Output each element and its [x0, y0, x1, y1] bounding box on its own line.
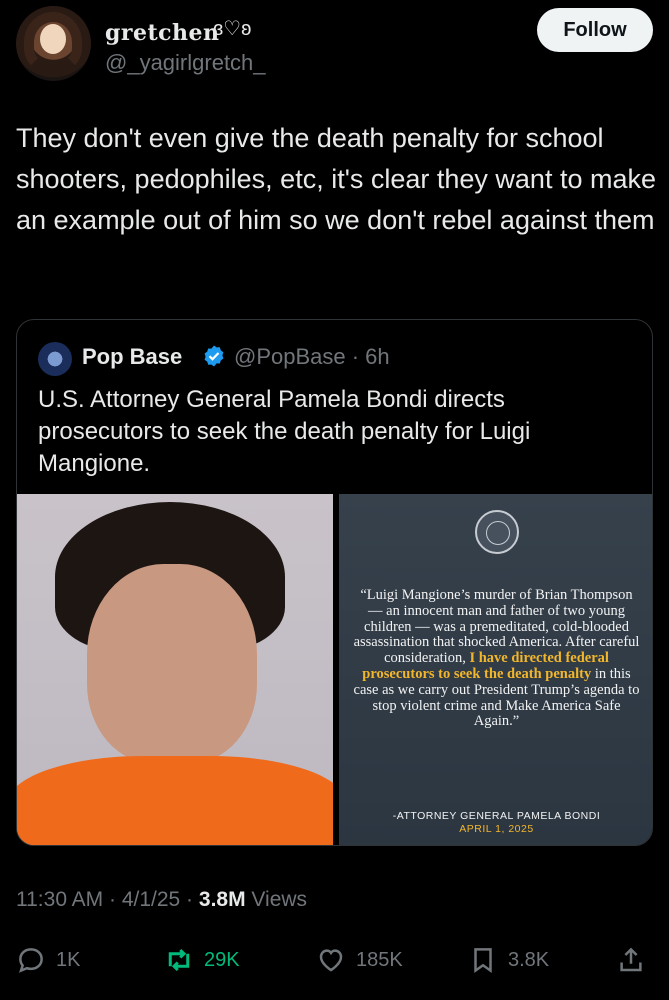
statement-date: APRIL 1, 2025: [459, 823, 534, 835]
views-count: 3.8M: [198, 888, 246, 911]
quoted-tweet-header: Pop Base @PopBase · 6h: [38, 340, 638, 376]
doj-seal-icon: [475, 510, 519, 554]
reply-button[interactable]: 1K: [16, 940, 80, 980]
repost-count: 29K: [204, 948, 240, 971]
share-icon: [620, 947, 642, 972]
quoted-author-name[interactable]: Pop Base: [82, 344, 182, 370]
like-button[interactable]: 185K: [316, 940, 403, 980]
views-label: Views: [245, 888, 308, 911]
like-icon: [319, 949, 343, 972]
mugshot-photo[interactable]: [17, 494, 333, 845]
like-count: 185K: [356, 948, 403, 971]
reply-icon: [19, 948, 43, 973]
quoted-media[interactable]: “Luigi Mangione’s murder of Brian Thomps…: [17, 494, 652, 845]
statement-quote: “Luigi Mangione’s murder of Brian Thomps…: [353, 587, 640, 730]
repost-icon: [168, 948, 190, 972]
tweet-header: gretchen ɞ♡ʚ @_yagirlgretch_ Follow: [16, 6, 653, 86]
quoted-tweet-text: U.S. Attorney General Pamela Bondi direc…: [38, 386, 531, 477]
author-display-name[interactable]: gretchen: [105, 20, 220, 46]
statement-attribution: -ATTORNEY GENERAL PAMELA BONDI APRIL 1, …: [339, 810, 652, 836]
share-button[interactable]: [616, 940, 656, 980]
name-decoration: ɞ♡ʚ: [213, 18, 252, 40]
statement-graphic[interactable]: “Luigi Mangione’s murder of Brian Thomps…: [339, 494, 652, 845]
tweet-timestamp[interactable]: 11:30 AM · 4/1/25 ·: [16, 888, 199, 911]
tweet-text: They don't even give the death penalty f…: [16, 123, 656, 235]
follow-button[interactable]: Follow: [537, 8, 653, 52]
quoted-author-avatar[interactable]: [38, 342, 72, 376]
author-handle[interactable]: @_yagirlgretch_: [105, 50, 266, 76]
tweet-meta: 11:30 AM · 4/1/25 · 3.8M Views: [16, 888, 307, 912]
bookmark-count: 3.8K: [508, 948, 550, 971]
verified-badge-icon: [204, 345, 224, 367]
bookmark-button[interactable]: 3.8K: [468, 940, 549, 980]
action-bar: 1K 29K 185K 3.8K: [16, 940, 656, 980]
quoted-handle-time: @PopBase · 6h: [234, 344, 390, 369]
author-avatar[interactable]: [16, 6, 91, 81]
reply-count: 1K: [56, 948, 81, 971]
repost-button[interactable]: 29K: [164, 940, 240, 980]
quoted-tweet[interactable]: Pop Base @PopBase · 6h U.S. Attorney Gen…: [16, 319, 653, 846]
bookmark-icon: [474, 948, 492, 974]
